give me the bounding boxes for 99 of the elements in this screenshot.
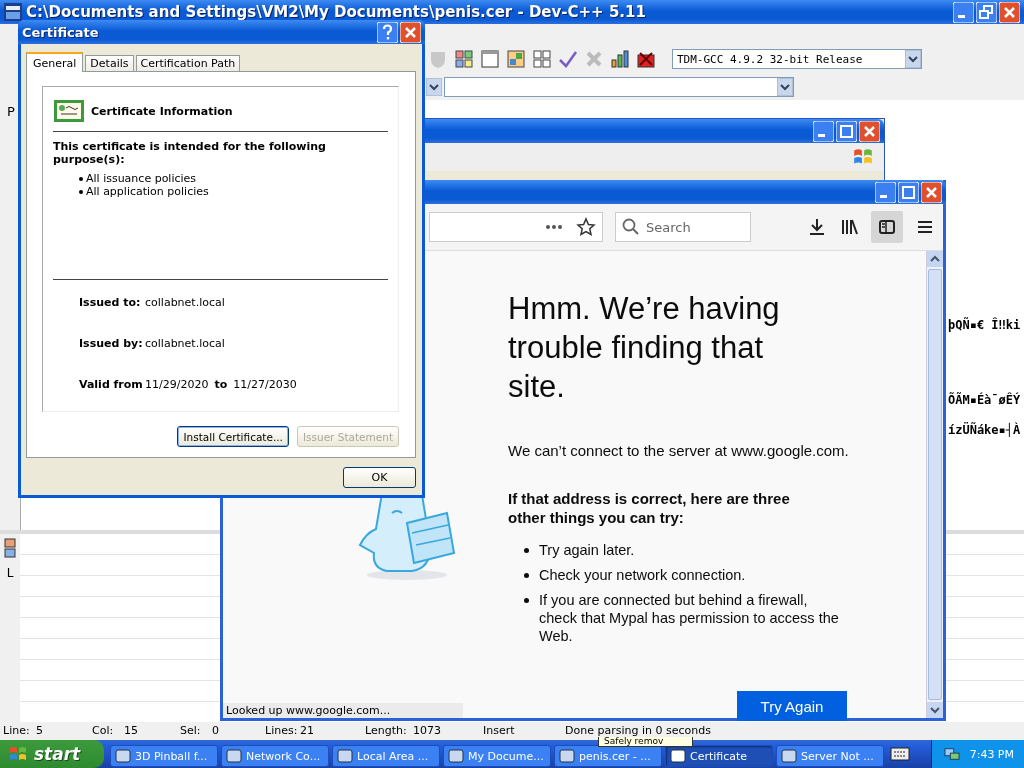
library-icon[interactable]	[839, 217, 859, 237]
status-text: 5	[36, 723, 44, 737]
certificate-icon	[53, 99, 85, 123]
taskbar-item[interactable]: penis.cer - ...	[554, 745, 662, 767]
status-text: Length:	[365, 723, 408, 737]
status-text: 21	[300, 723, 315, 737]
address-bar[interactable]	[429, 212, 603, 242]
sidebar-button[interactable]	[871, 211, 903, 243]
keyboard-icon[interactable]	[890, 747, 910, 761]
suggestion-text: Check your network connection.	[539, 566, 746, 584]
close-button[interactable]	[400, 21, 421, 43]
field-value: 11/29/2020	[145, 378, 209, 391]
scrollbar[interactable]	[926, 251, 943, 718]
minimize-button[interactable]	[953, 1, 974, 23]
status-text: 1073	[413, 723, 442, 737]
window-icon	[670, 748, 686, 764]
status-text: Looked up www.google.com...	[223, 703, 463, 718]
taskbar-item[interactable]: 3D Pinball f...	[110, 745, 218, 767]
field-value: collabnet.local	[145, 337, 225, 350]
taskbar-item[interactable]: Certificate	[665, 745, 773, 767]
panels-icon[interactable]	[4, 538, 16, 558]
error-heading: Hmm. We’re having trouble finding that site.	[508, 290, 781, 406]
notification-tooltip: Safely remov	[598, 737, 693, 747]
ok-button[interactable]: OK	[343, 467, 416, 488]
tiles-icon[interactable]	[506, 49, 526, 69]
window-icon[interactable]	[480, 49, 500, 69]
network-icon[interactable]	[941, 747, 962, 761]
bullet-icon	[524, 598, 529, 603]
section-title: Certificate Information	[91, 104, 233, 118]
code-line: ÕÃM▪Éà¯øÊÝ	[948, 393, 1021, 407]
tab[interactable]: Details	[85, 55, 134, 71]
star-icon[interactable]	[576, 217, 596, 237]
stop-chart-icon[interactable]	[636, 49, 656, 69]
minimize-button[interactable]	[813, 120, 834, 142]
window-icon	[226, 748, 242, 764]
purpose-item: All issuance policies	[86, 172, 197, 185]
search-icon	[621, 217, 641, 237]
start-button[interactable]: start	[0, 740, 104, 768]
status-text: Insert	[483, 723, 516, 737]
project-tab[interactable]: P	[0, 104, 20, 119]
close-button[interactable]	[921, 181, 942, 203]
suggestion-text: Try again later.	[539, 541, 635, 559]
restore-button[interactable]	[976, 1, 997, 23]
tab[interactable]: Certification Path	[135, 55, 241, 71]
field-value: 11/27/2030	[233, 378, 297, 391]
check-icon[interactable]	[558, 49, 578, 69]
window-icon	[448, 748, 464, 764]
taskbar-item[interactable]: Network Co...	[221, 745, 329, 767]
grid-icon[interactable]	[454, 49, 474, 69]
maximize-button[interactable]	[836, 120, 857, 142]
code-line: þQÑ▪€ Î‼ki	[948, 318, 1021, 332]
suggestions-heading: If that address is correct, here are three other things you can try:	[508, 489, 791, 527]
status-text: 15	[124, 723, 139, 737]
field-label: Issued to:	[79, 296, 139, 309]
window-icon	[781, 748, 797, 764]
status-text: Sel:	[180, 723, 202, 737]
maximize-button[interactable]	[898, 181, 919, 203]
sidebar-icon	[877, 217, 897, 237]
purpose-text: This certificate is intended for the following purpose(s):	[53, 140, 327, 166]
bullet-icon	[524, 573, 529, 578]
search-field[interactable]: Search	[615, 212, 751, 242]
log-tab[interactable]: L	[6, 566, 14, 580]
bullet-icon	[79, 189, 83, 194]
dialog-button[interactable]: Install Certificate...	[177, 426, 289, 447]
field-label: to	[214, 378, 228, 391]
window-icon	[115, 748, 131, 764]
try-again-button[interactable]: Try Again	[737, 691, 847, 721]
dropdown-arrow-icon	[905, 50, 921, 68]
taskbar-item[interactable]: Server Not ...	[776, 745, 884, 767]
dropdown-arrow-icon	[777, 78, 793, 96]
suggestion-text: If you are connected but behind a firewall, check that Mypal has permission to access the Web.	[539, 591, 840, 645]
status-text: 0	[212, 723, 220, 737]
field-value: collabnet.local	[145, 296, 225, 309]
grid-icon[interactable]	[532, 49, 552, 69]
status-text: Done parsing in 0 seconds	[565, 723, 712, 737]
taskbar-item[interactable]: My Docume...	[443, 745, 551, 767]
window-icon	[337, 748, 353, 764]
window-title: C:\Documents and Settings\VM2\My Documents\penis.cer - Dev-C++ 5.11	[26, 3, 646, 21]
status-text: Lines:	[265, 723, 299, 737]
dialog-title: Certificate	[22, 24, 99, 40]
minimize-button[interactable]	[875, 181, 896, 203]
close-button[interactable]	[999, 1, 1020, 23]
bullet-icon	[524, 548, 529, 553]
close-button[interactable]	[859, 120, 880, 142]
status-text: Line:	[3, 723, 31, 737]
app-icon	[4, 3, 22, 21]
code-line: ízÜÑáke▪┤À	[948, 423, 1021, 437]
error-message: We can’t connect to the server at www.google.com.	[508, 442, 850, 459]
tab[interactable]: General	[26, 52, 84, 72]
window-icon	[559, 748, 575, 764]
download-icon[interactable]	[807, 217, 827, 237]
chart-icon[interactable]	[610, 49, 630, 69]
status-text: Col:	[92, 723, 115, 737]
bullet-icon	[79, 176, 83, 181]
purpose-item: All application policies	[86, 185, 209, 198]
help-button[interactable]	[377, 21, 398, 43]
taskbar-item[interactable]: Local Area ...	[332, 745, 440, 767]
dropdown-arrow-icon[interactable]	[426, 78, 442, 96]
compiler-dropdown[interactable]: TDM-GCC 4.9.2 32-bit Release	[672, 49, 922, 69]
